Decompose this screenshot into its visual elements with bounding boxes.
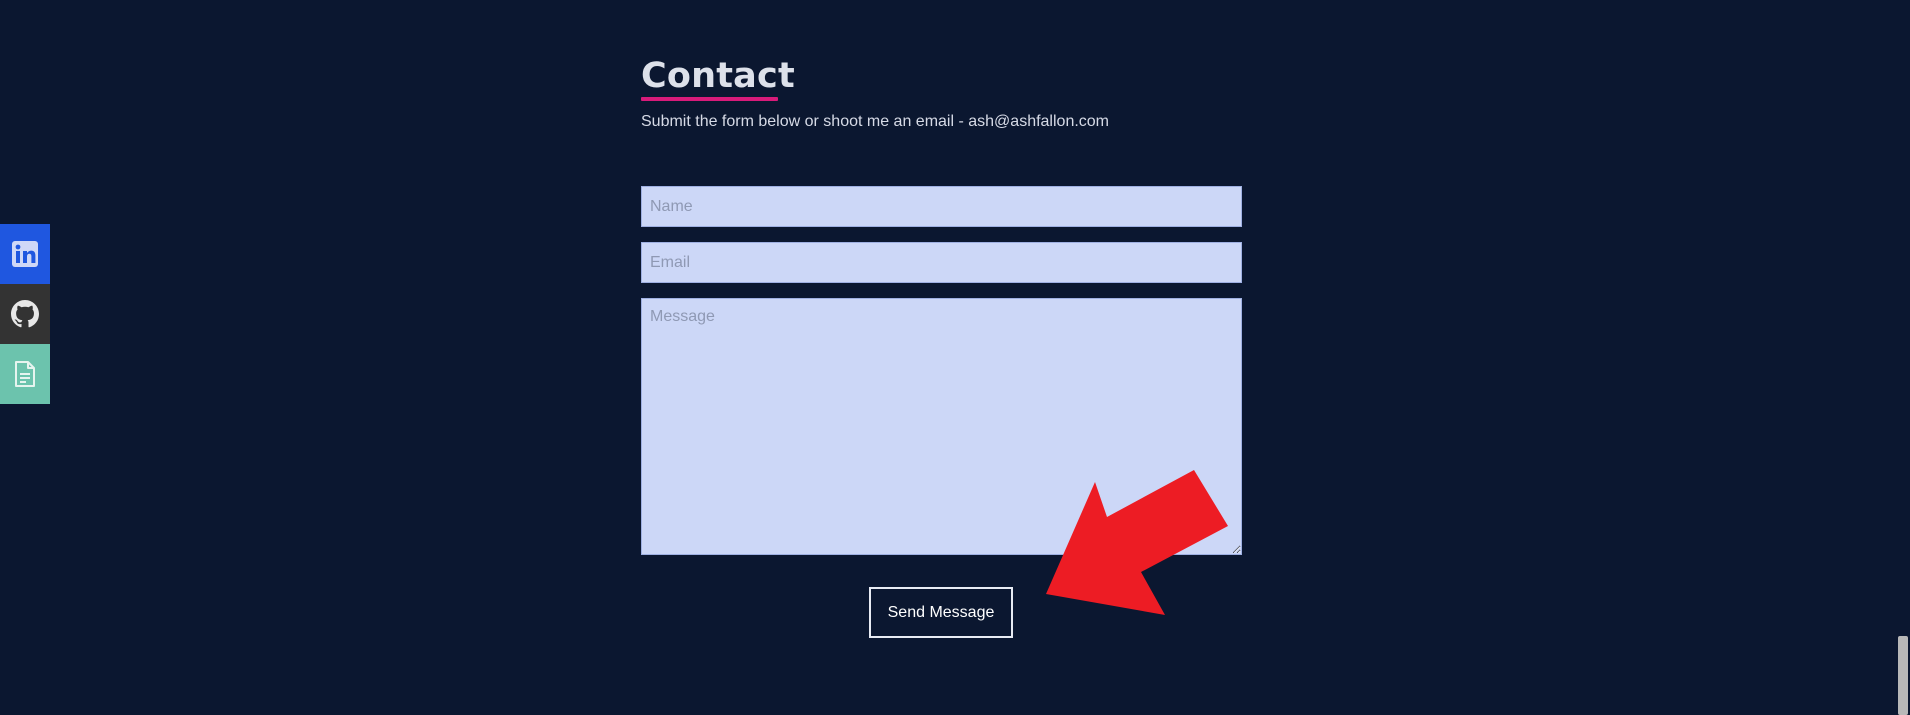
github-link[interactable]: [0, 284, 50, 344]
github-icon: [11, 300, 39, 328]
contact-subtitle: Submit the form below or shoot me an ema…: [641, 113, 1110, 130]
send-message-button[interactable]: Send Message: [869, 587, 1013, 638]
resume-link[interactable]: [0, 344, 50, 404]
title-underline: [641, 97, 778, 101]
linkedin-link[interactable]: [0, 224, 50, 284]
page: Contact Submit the form below or shoot m…: [0, 0, 1910, 715]
document-icon: [15, 361, 35, 387]
contact-section: Contact Submit the form below or shoot m…: [641, 55, 1242, 132]
email-input[interactable]: [641, 242, 1242, 283]
name-input[interactable]: [641, 186, 1242, 227]
scrollbar-thumb[interactable]: [1898, 636, 1908, 715]
contact-title: Contact: [641, 56, 795, 96]
linkedin-icon: [12, 241, 38, 267]
scrollbar[interactable]: [1896, 0, 1910, 715]
annotation-arrow-icon: [1046, 470, 1228, 615]
